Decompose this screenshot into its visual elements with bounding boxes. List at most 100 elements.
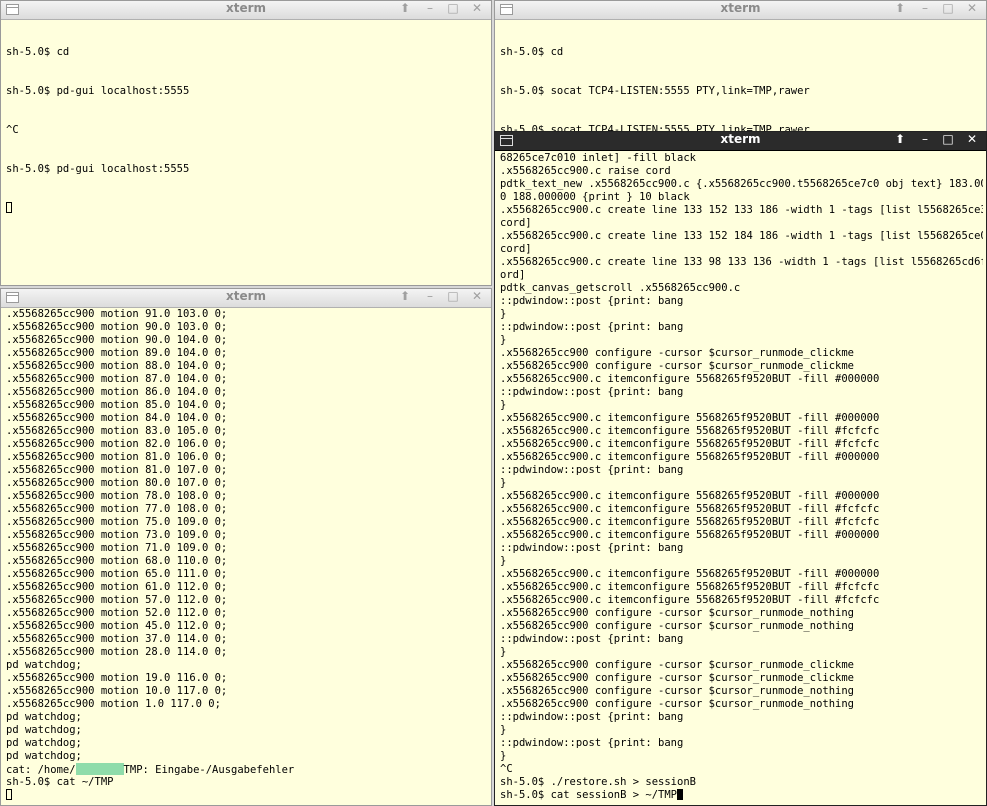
minimize-icon[interactable]: – [419,289,441,307]
terminal-line: ::pdwindow::post {print: bang [500,321,684,333]
terminal-line: cord] [500,217,532,229]
terminal-line: ::pdwindow::post {print: bang [500,386,684,398]
terminal-line: .x5568265cc900 motion 80.0 107.0 0; [6,477,228,489]
minimize-icon[interactable]: – [419,1,441,19]
title-bar[interactable]: xterm ⬆ – □ ✕ [1,1,491,20]
close-icon[interactable]: ✕ [466,1,488,19]
terminal-line: .x5568265cc900 motion 78.0 108.0 0; [6,490,228,502]
minimize-icon[interactable]: – [914,1,936,19]
raise-icon[interactable]: ⬆ [394,289,416,307]
maximize-icon[interactable]: □ [937,1,959,19]
minimize-icon[interactable]: – [914,132,936,150]
terminal-line: .x5568265cc900 configure -cursor $cursor… [500,347,855,359]
raise-icon[interactable]: ⬆ [889,1,911,19]
redacted-path [75,763,124,775]
text-cursor [6,789,12,800]
prompt-text: sh-5.0$ cat sessionB > ~/TMP [500,789,678,801]
terminal-line: .x5568265cc900.c itemconfigure 5568265f9… [500,503,880,515]
terminal-line: } [500,334,507,346]
terminal-line: cord] [500,243,532,255]
terminal-line: .x5568265cc900.c create line 133 152 184… [500,230,983,242]
window-title: xterm [720,1,761,15]
maximize-icon[interactable]: □ [442,1,464,19]
xterm-window-active[interactable]: xterm ⬆ – □ ✕ 68265ce7c010 inlet] -fill … [494,131,987,806]
title-bar[interactable]: xterm ⬆ – □ ✕ [495,132,986,151]
terminal-line: 0 188.000000 {print } 10 black [500,191,690,203]
terminal-line: ^C [500,763,513,775]
terminal-line: .x5568265cc900.c itemconfigure 5568265f9… [500,490,880,502]
terminal-line: .x5568265cc900 configure -cursor $cursor… [500,360,855,372]
close-icon[interactable]: ✕ [466,289,488,307]
terminal-line: .x5568265cc900 configure -cursor $cursor… [500,672,855,684]
terminal-line: .x5568265cc900 motion 1.0 117.0 0; [6,698,221,710]
terminal-output[interactable]: .x5568265cc900 motion 91.0 103.0 0; .x556… [6,308,488,805]
terminal-line: .x5568265cc900 motion 37.0 114.0 0; [6,633,228,645]
terminal-line: .x5568265cc900.c itemconfigure 5568265f9… [500,438,880,450]
window-title: xterm [225,289,267,303]
terminal-line: ::pdwindow::post {print: bang [500,464,684,476]
terminal-line: sh-5.0$ pd-gui localhost:5555 [6,85,190,97]
window-title: xterm [225,1,267,15]
terminal-line: .x5568265cc900 motion 90.0 104.0 0; [6,334,228,346]
terminal-line: .x5568265cc900.c raise cord [500,165,671,177]
terminal-line: .x5568265cc900 motion 81.0 106.0 0; [6,451,228,463]
terminal-line: .x5568265cc900 motion 61.0 112.0 0; [6,581,228,593]
terminal-line: ^C [6,124,19,136]
window-title: xterm [720,132,761,146]
prompt-text: sh-5.0$ cat ~/TMP [6,776,114,788]
terminal-line: ::pdwindow::post {print: bang [500,711,684,723]
terminal-line: .x5568265cc900 motion 28.0 114.0 0; [6,646,228,658]
terminal-line: } [500,308,507,320]
terminal-line: .x5568265cc900.c itemconfigure 5568265f9… [500,581,880,593]
raise-icon[interactable]: ⬆ [394,1,416,19]
terminal-line: .x5568265cc900 motion 84.0 104.0 0; [6,412,228,424]
terminal-line: .x5568265cc900 motion 10.0 117.0 0; [6,685,228,697]
close-icon[interactable]: ✕ [961,132,983,150]
terminal-line: .x5568265cc900.c create line 133 152 133… [500,204,983,216]
maximize-icon[interactable]: □ [937,132,959,150]
terminal-line: .x5568265cc900 configure -cursor $cursor… [500,698,855,710]
xterm-window-bottom-left[interactable]: xterm ⬆ – □ ✕ .x5568265cc900 motion 91.0… [0,288,492,806]
terminal-line: .x5568265cc900 motion 89.0 104.0 0; [6,347,228,359]
terminal-line: sh-5.0$ pd-gui localhost:5555 [6,163,190,175]
xterm-window-top-left[interactable]: xterm ⬆ – □ ✕ sh-5.0$ cd sh-5.0$ pd-gui … [0,0,492,286]
terminal-line: ::pdwindow::post {print: bang [500,295,684,307]
terminal-line: .x5568265cc900 motion 88.0 104.0 0; [6,360,228,372]
terminal-line: .x5568265cc900 motion 68.0 110.0 0; [6,555,228,567]
terminal-line: .x5568265cc900 configure -cursor $cursor… [500,620,855,632]
terminal-line: pd watchdog; [6,724,82,736]
terminal-line: } [500,646,507,658]
terminal-line: ::pdwindow::post {print: bang [500,737,684,749]
terminal-line: sh-5.0$ socat TCP4-LISTEN:5555 PTY,link=… [500,85,810,97]
terminal-line: .x5568265cc900 motion 52.0 112.0 0; [6,607,228,619]
terminal-output[interactable]: sh-5.0$ cd sh-5.0$ pd-gui localhost:5555… [6,20,488,285]
terminal-line: } [500,477,507,489]
terminal-line: ::pdwindow::post {print: bang [500,633,684,645]
text-cursor [677,789,684,800]
terminal-line: .x5568265cc900.c itemconfigure 5568265f9… [500,412,880,424]
terminal-line: pd watchdog; [6,711,82,723]
title-bar[interactable]: xterm ⬆ – □ ✕ [495,1,986,20]
terminal-line: .x5568265cc900 motion 87.0 104.0 0; [6,373,228,385]
terminal-line: .x5568265cc900 motion 81.0 107.0 0; [6,464,228,476]
terminal-line: .x5568265cc900 motion 90.0 103.0 0; [6,321,228,333]
terminal-output[interactable]: 68265ce7c010 inlet] -fill black .x5568265… [500,152,983,805]
error-prefix: cat: /home/ [6,764,76,776]
terminal-line: .x5568265cc900 motion 86.0 104.0 0; [6,386,228,398]
terminal-output[interactable]: sh-5.0$ cd sh-5.0$ socat TCP4-LISTEN:555… [500,20,983,139]
terminal-line: .x5568265cc900.c itemconfigure 5568265f9… [500,516,880,528]
terminal-line: .x5568265cc900.c itemconfigure 5568265f9… [500,373,880,385]
close-icon[interactable]: ✕ [961,1,983,19]
xterm-window-top-right[interactable]: xterm ⬆ – □ ✕ sh-5.0$ cd sh-5.0$ socat T… [494,0,987,140]
terminal-line: .x5568265cc900 motion 71.0 109.0 0; [6,542,228,554]
terminal-line: .x5568265cc900 configure -cursor $cursor… [500,607,855,619]
terminal-line: } [500,555,507,567]
title-bar[interactable]: xterm ⬆ – □ ✕ [1,289,491,308]
terminal-line: .x5568265cc900 motion 19.0 116.0 0; [6,672,228,684]
terminal-line: .x5568265cc900.c itemconfigure 5568265f9… [500,594,880,606]
terminal-line: pd watchdog; [6,750,82,762]
maximize-icon[interactable]: □ [442,289,464,307]
raise-icon[interactable]: ⬆ [889,132,911,150]
terminal-line: .x5568265cc900 motion 45.0 112.0 0; [6,620,228,632]
terminal-line: sh-5.0$ cd [500,46,564,58]
